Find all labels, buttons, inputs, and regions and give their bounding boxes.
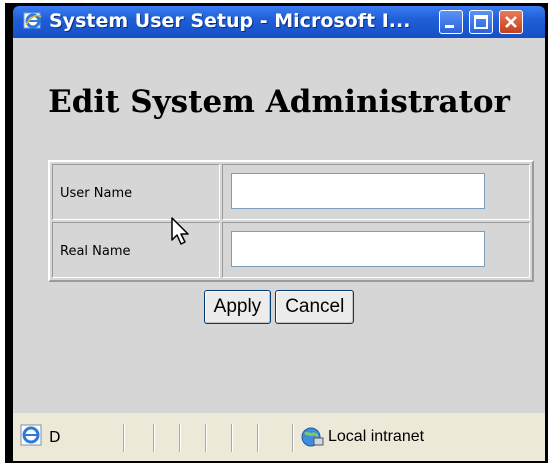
page-title: Edit System Administrator [48, 84, 510, 120]
status-divider [153, 424, 154, 452]
status-divider [123, 424, 124, 452]
status-divider [231, 424, 232, 452]
status-bar: D Local intranet [13, 413, 545, 461]
ie-icon [23, 11, 43, 31]
status-text: D [49, 428, 61, 446]
user-name-label-cell: User Name [52, 164, 220, 220]
security-zone-label: Local intranet [328, 428, 425, 445]
user-name-input-cell [222, 164, 530, 220]
maximize-button[interactable] [469, 10, 493, 34]
page-content: Edit System Administrator User Name Real… [13, 38, 545, 413]
close-button[interactable] [499, 10, 523, 34]
real-name-label: Real Name [60, 244, 131, 259]
page-icon [19, 423, 45, 453]
real-name-label-cell: Real Name [52, 222, 220, 278]
button-row: Apply Cancel [13, 290, 545, 324]
mouse-pointer-icon [170, 216, 194, 252]
user-name-input[interactable] [231, 173, 485, 209]
browser-window: System User Setup - Microsoft I... Edit … [5, 3, 548, 463]
minimize-button[interactable] [439, 10, 463, 34]
real-name-input-cell [222, 222, 530, 278]
cancel-button[interactable]: Cancel [275, 290, 355, 324]
status-divider [179, 424, 180, 452]
window-title: System User Setup - Microsoft I... [49, 10, 411, 32]
status-divider [292, 424, 293, 452]
status-divider [257, 424, 258, 452]
local-intranet-icon [300, 426, 324, 452]
apply-button[interactable]: Apply [203, 290, 272, 324]
title-bar[interactable]: System User Setup - Microsoft I... [13, 6, 545, 38]
user-name-label: User Name [60, 186, 133, 201]
user-form-table: User Name Real Name [48, 160, 534, 282]
status-divider [205, 424, 206, 452]
real-name-input[interactable] [231, 231, 485, 267]
